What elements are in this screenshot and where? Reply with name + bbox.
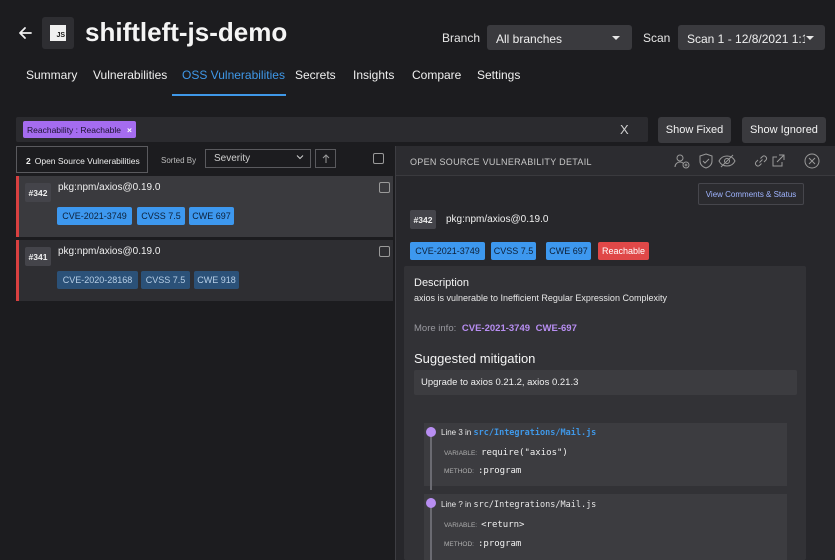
- vuln-id-badge: #342: [25, 183, 51, 202]
- tab-vulnerabilities[interactable]: Vulnerabilities: [93, 68, 167, 96]
- detail-header: OPEN SOURCE VULNERABILITY DETAIL: [396, 146, 835, 176]
- cve-tag: CVE-2020-28168: [57, 271, 138, 289]
- scan-label: Scan: [643, 31, 671, 45]
- item-checkbox[interactable]: [379, 246, 390, 257]
- method-label: METHOD:: [444, 541, 474, 548]
- variable-label: VARIABLE:: [444, 450, 478, 457]
- vulnerability-count: 2 Open Source Vulnerabilities: [16, 146, 148, 173]
- js-logo-icon: JS: [50, 25, 66, 41]
- more-info: More info: CVE-2021-3749 CWE-697: [414, 323, 577, 334]
- chevron-down-icon: [806, 36, 814, 40]
- count-number: 2: [26, 156, 31, 166]
- mitigation-heading: Suggested mitigation: [414, 351, 536, 366]
- reachable-tag: Reachable: [598, 242, 649, 260]
- count-label: Open Source Vulnerabilities: [34, 156, 140, 166]
- cve-tag: CVE-2021-3749: [57, 207, 132, 225]
- branch-label: Branch: [442, 31, 481, 45]
- description-text: axios is vulnerable to Inefficient Regul…: [414, 293, 667, 303]
- filter-bar[interactable]: Reachability : Reachable × X: [16, 117, 648, 142]
- filter-chip-label: Reachability : Reachable: [27, 125, 122, 135]
- sorted-by-label: Sorted By: [161, 156, 197, 165]
- sort-value: Severity: [214, 153, 251, 164]
- package-name: pkg:npm/axios@0.19.0: [446, 214, 549, 225]
- flow-variable: VARIABLE: <return>: [444, 520, 524, 530]
- method-value: :program: [477, 466, 522, 476]
- mitigation-text: Upgrade to axios 0.21.2, axios 0.21.3: [414, 370, 797, 395]
- cwe-tag: CWE 697: [189, 207, 234, 225]
- flow-dot-icon: [426, 427, 436, 437]
- tab-compare[interactable]: Compare: [412, 68, 461, 96]
- data-flow-step[interactable]: Line 3 in src/Integrations/Mail.js VARIA…: [424, 423, 787, 490]
- back-arrow-icon[interactable]: [16, 24, 34, 42]
- eye-icon[interactable]: [717, 151, 737, 171]
- flow-dot-icon: [426, 498, 436, 508]
- scan-value: Scan 1 - 12/8/2021 1:17: [687, 32, 805, 46]
- tab-summary[interactable]: Summary: [26, 68, 77, 96]
- vulnerability-detail-panel: OPEN SOURCE VULNERABILITY DETAIL View Co…: [395, 146, 835, 560]
- cwe-tag: CWE 918: [194, 271, 239, 289]
- flow-location: Line ? in src/Integrations/Mail.js: [441, 500, 596, 510]
- item-checkbox[interactable]: [379, 182, 390, 193]
- description-heading: Description: [414, 277, 470, 289]
- sort-direction-button[interactable]: [315, 149, 336, 168]
- variable-value: <return>: [481, 520, 525, 530]
- tab-oss-vulnerabilities[interactable]: OSS Vulnerabilities: [172, 68, 286, 96]
- external-link-icon[interactable]: [768, 151, 788, 171]
- method-label: METHOD:: [444, 468, 474, 475]
- view-comments-button[interactable]: View Comments & Status: [698, 183, 804, 205]
- flow-location: Line 3 in src/Integrations/Mail.js: [441, 428, 596, 438]
- chip-close-icon[interactable]: ×: [127, 125, 132, 135]
- arrow-up-icon: [322, 154, 330, 163]
- variable-label: VARIABLE:: [444, 522, 478, 529]
- method-value: :program: [477, 539, 522, 549]
- shield-icon[interactable]: [696, 151, 716, 171]
- flow-method: METHOD::program: [444, 539, 521, 549]
- flow-file-link[interactable]: src/Integrations/Mail.js: [473, 428, 596, 438]
- show-ignored-button[interactable]: Show Ignored: [742, 117, 826, 143]
- cvss-tag: CVSS 7.5: [141, 271, 190, 289]
- list-item[interactable]: #341 pkg:npm/axios@0.19.0 CVE-2020-28168…: [16, 240, 393, 301]
- sort-select[interactable]: Severity: [205, 149, 311, 168]
- list-item[interactable]: #342 pkg:npm/axios@0.19.0 CVE-2021-3749 …: [16, 176, 393, 237]
- more-info-label: More info:: [414, 323, 457, 334]
- description-box: Description axios is vulnerable to Ineff…: [404, 266, 806, 560]
- cvss-tag: CVSS 7.5: [491, 242, 536, 260]
- cve-tag: CVE-2021-3749: [410, 242, 485, 260]
- flow-file: src/Integrations/Mail.js: [473, 500, 597, 510]
- flow-line-label: Line 3 in: [441, 428, 472, 437]
- select-all-checkbox[interactable]: [373, 153, 384, 164]
- close-icon[interactable]: [802, 151, 822, 171]
- tab-bar: Summary Vulnerabilities OSS Vulnerabilit…: [0, 62, 835, 96]
- tab-settings[interactable]: Settings: [477, 68, 520, 96]
- tab-secrets[interactable]: Secrets: [295, 68, 336, 96]
- branch-dropdown[interactable]: All branches: [487, 25, 632, 50]
- flow-line-label: Line ? in: [441, 500, 472, 509]
- detail-title: OPEN SOURCE VULNERABILITY DETAIL: [410, 157, 592, 167]
- vuln-id-badge: #342: [410, 210, 436, 229]
- cvss-tag: CVSS 7.5: [137, 207, 185, 225]
- vuln-id-badge: #341: [25, 247, 51, 266]
- package-name: pkg:npm/axios@0.19.0: [58, 182, 161, 193]
- project-logo: JS: [42, 17, 74, 49]
- cwe-tag: CWE 697: [546, 242, 591, 260]
- package-name: pkg:npm/axios@0.19.0: [58, 246, 161, 257]
- clear-filters-button[interactable]: X: [620, 122, 629, 137]
- filter-chip-reachable[interactable]: Reachability : Reachable ×: [23, 121, 136, 138]
- chevron-down-icon: [296, 155, 304, 160]
- tab-insights[interactable]: Insights: [353, 68, 394, 96]
- scan-dropdown[interactable]: Scan 1 - 12/8/2021 1:17: [678, 25, 825, 50]
- flow-variable: VARIABLE: require("axios"): [444, 448, 568, 458]
- branch-value: All branches: [496, 32, 563, 46]
- page-title: shiftleft-js-demo: [85, 17, 288, 47]
- data-flow-step[interactable]: Line ? in src/Integrations/Mail.js VARIA…: [424, 494, 787, 560]
- cve-link[interactable]: CVE-2021-3749: [462, 323, 530, 334]
- variable-value: require("axios"): [481, 448, 568, 458]
- assign-user-icon[interactable]: [672, 151, 692, 171]
- show-fixed-button[interactable]: Show Fixed: [658, 117, 731, 143]
- flow-method: METHOD::program: [444, 466, 521, 476]
- cwe-link[interactable]: CWE-697: [536, 323, 577, 334]
- chevron-down-icon: [612, 36, 620, 40]
